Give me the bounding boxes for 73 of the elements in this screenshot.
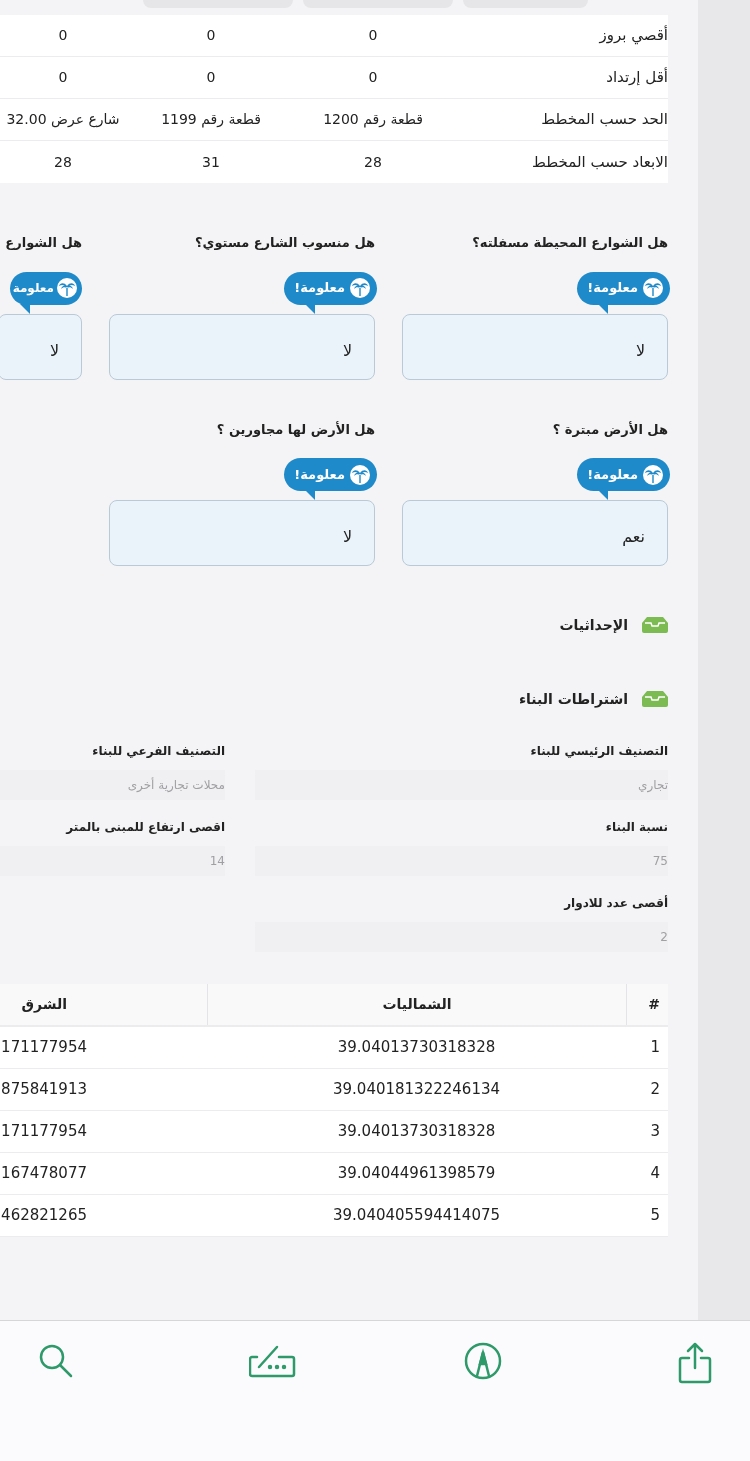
keyboard-pen-icon <box>249 1343 297 1379</box>
palm-icon <box>642 463 664 486</box>
column-header: الشماليات <box>382 995 452 1014</box>
table-cell-text: 0 <box>206 26 216 45</box>
row-label: الابعاد حسب المخطط <box>532 152 668 171</box>
answer-field: لا <box>109 500 375 566</box>
table-cell-text: 2 <box>650 1079 660 1101</box>
field-value: محلات تجارية أخرى <box>0 770 225 800</box>
table-cell-text: 28 <box>364 152 382 172</box>
section-title: الإحداثيات <box>559 615 628 635</box>
table-cell-text: شارع عرض 32.00 <box>6 110 120 130</box>
table-cell-text: قطعة رقم 1199 <box>161 110 261 130</box>
row-label: أقل إرتداد <box>606 68 668 87</box>
answer-field: لا <box>109 313 375 380</box>
table-cell-text: 0 <box>206 68 216 87</box>
table-cell-text: 39.040181322246134 <box>333 1079 500 1101</box>
table-cell-text: 0 <box>368 26 378 45</box>
info-badge: معلومة <box>9 271 82 305</box>
table-cell-text: 39.040405594414075 <box>333 1205 500 1227</box>
tray-icon <box>642 617 668 633</box>
answer-field: نعم <box>402 500 668 566</box>
field-label: التصنيف الرئيسي للبناء <box>529 743 668 760</box>
answer-field: لا <box>402 313 668 380</box>
table-cell-text: 39.04013730318328 <box>337 1037 496 1059</box>
table-cell-text: 4 <box>650 1163 660 1185</box>
row-label: الحد حسب المخطط <box>541 110 668 129</box>
question-label: هل منسوب الشارع مستوي؟ <box>194 234 375 252</box>
table-cell-text: 171177954 <box>1 1121 87 1143</box>
tray-icon <box>642 691 668 707</box>
field-label: التصنيف الفرعي للبناء <box>91 743 225 760</box>
markup-button[interactable] <box>463 1341 503 1381</box>
field-label: اقصى ارتفاع للمبنى بالمتر <box>64 819 225 836</box>
table-cell-text: قطعة رقم 1200 <box>323 110 423 130</box>
table-cell-text: 875841913 <box>1 1079 87 1101</box>
field-label: أقصى عدد للادوار <box>562 894 668 912</box>
table-cell-text: 0 <box>368 68 378 87</box>
palm-icon <box>349 463 371 486</box>
palm-icon <box>349 277 371 299</box>
table-cell-text: 28 <box>54 152 72 172</box>
question-label: هل الأرض لها مجاورين ؟ <box>215 420 375 439</box>
table-cell-text: 462821265 <box>1 1205 87 1227</box>
field-value: تجاري <box>255 770 668 800</box>
info-badge: معلومة! <box>577 458 670 491</box>
table-cell-text: 0 <box>58 68 68 87</box>
info-badge: معلومة! <box>577 271 670 305</box>
question-label: هل الشوارع <box>4 234 82 252</box>
table-cell-text: 5 <box>650 1205 660 1227</box>
field-value: 2 <box>255 922 668 952</box>
table-cell-text: 0 <box>58 26 68 45</box>
info-badge: معلومة! <box>284 271 377 305</box>
column-header: # <box>648 995 660 1014</box>
info-badge: معلومة! <box>284 458 377 491</box>
table-cell-text: 31 <box>202 152 220 172</box>
table-cell-text: 3 <box>650 1121 660 1143</box>
field-label: نسبة البناء <box>604 819 668 836</box>
table-cell-text: 39.04044961398579 <box>337 1163 496 1185</box>
table-cell-text: 171177954 <box>1 1037 87 1059</box>
table-cell-text: 1 <box>650 1037 660 1059</box>
palm-icon <box>642 277 664 299</box>
answer-field: لا <box>0 313 82 380</box>
question-label: هل الشوارع المحيطة مسفلته؟ <box>471 234 668 252</box>
pen-tip-icon <box>464 1342 502 1380</box>
field-value: 75 <box>255 846 668 876</box>
row-label: أقصي بروز <box>599 26 668 45</box>
table-cell-text: 39.04013730318328 <box>337 1121 496 1143</box>
palm-icon <box>56 277 78 299</box>
column-header: الشرق <box>21 995 67 1015</box>
table-cell-text: 167478077 <box>1 1163 87 1185</box>
share-icon <box>678 1342 712 1384</box>
section-title: اشتراطات البناء <box>518 689 628 710</box>
question-label: هل الأرض مبترة ؟ <box>551 420 668 439</box>
search-icon <box>37 1342 75 1380</box>
field-value: 14 <box>0 846 225 876</box>
